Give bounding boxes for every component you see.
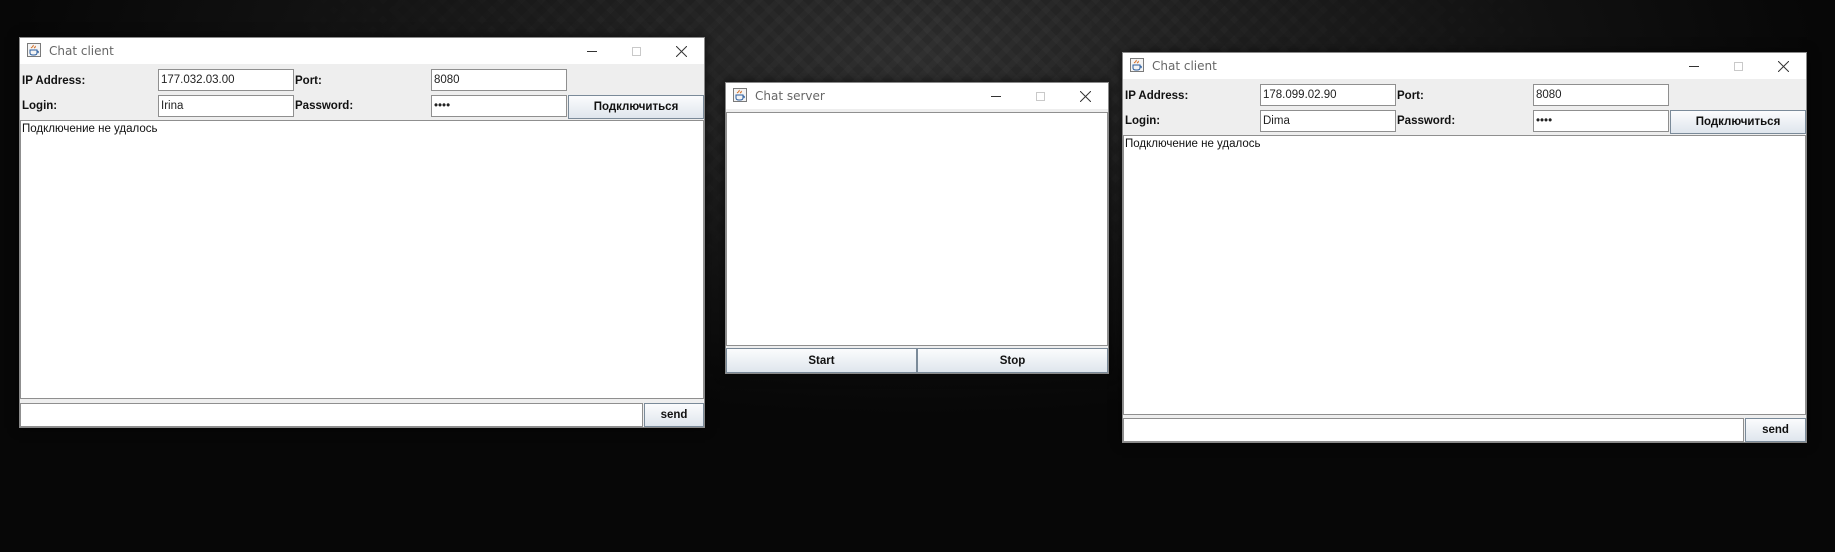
maximize-icon[interactable] xyxy=(614,38,659,64)
chat-log: Подключение не удалось xyxy=(1123,135,1806,415)
window-title: Chat client xyxy=(49,44,114,58)
window-title: Chat client xyxy=(1152,59,1217,73)
send-button[interactable]: send xyxy=(644,403,704,427)
maximize-icon[interactable] xyxy=(1716,53,1761,79)
stop-button[interactable]: Stop xyxy=(917,348,1108,373)
message-input[interactable] xyxy=(20,403,643,427)
java-icon xyxy=(1130,58,1144,72)
java-icon xyxy=(27,43,41,57)
ip-address-label: IP Address: xyxy=(22,75,86,87)
port-field[interactable]: 8080 xyxy=(1533,84,1669,106)
password-field[interactable]: •••• xyxy=(1533,110,1669,132)
password-field[interactable]: •••• xyxy=(431,95,567,117)
password-label: Password: xyxy=(1397,115,1456,127)
chat-client-window-right: Chat client IP Address: 178.099.02.90 Po… xyxy=(1122,52,1807,443)
ip-address-label: IP Address: xyxy=(1125,90,1189,102)
port-label: Port: xyxy=(1397,90,1424,102)
maximize-icon[interactable] xyxy=(1018,83,1063,109)
message-input[interactable] xyxy=(1123,418,1744,442)
server-log xyxy=(726,112,1108,346)
ip-address-field[interactable]: 178.099.02.90 xyxy=(1260,84,1396,106)
window-title: Chat server xyxy=(755,89,825,103)
port-label: Port: xyxy=(295,75,322,87)
java-icon xyxy=(733,88,747,102)
chat-server-window: Chat server Start Stop xyxy=(725,82,1109,374)
chat-log: Подключение не удалось xyxy=(20,120,704,399)
title-bar[interactable]: Chat server xyxy=(726,83,1108,109)
connect-button[interactable]: Подключиться xyxy=(1670,110,1806,134)
password-label: Password: xyxy=(295,100,354,112)
login-field[interactable]: Irina xyxy=(158,95,294,117)
title-bar[interactable]: Chat client xyxy=(1123,53,1806,79)
start-button[interactable]: Start xyxy=(726,348,917,373)
chat-client-window-left: Chat client IP Address: 177.032.03.00 Po… xyxy=(19,37,705,428)
login-field[interactable]: Dima xyxy=(1260,110,1396,132)
minimize-icon[interactable] xyxy=(973,83,1018,109)
login-label: Login: xyxy=(22,100,58,112)
close-icon[interactable] xyxy=(659,38,704,64)
connect-button[interactable]: Подключиться xyxy=(568,95,704,119)
minimize-icon[interactable] xyxy=(1671,53,1716,79)
port-field[interactable]: 8080 xyxy=(431,69,567,91)
close-icon[interactable] xyxy=(1063,83,1108,109)
title-bar[interactable]: Chat client xyxy=(20,38,704,64)
close-icon[interactable] xyxy=(1761,53,1806,79)
ip-address-field[interactable]: 177.032.03.00 xyxy=(158,69,294,91)
minimize-icon[interactable] xyxy=(569,38,614,64)
send-button[interactable]: send xyxy=(1745,418,1806,442)
login-label: Login: xyxy=(1125,115,1161,127)
